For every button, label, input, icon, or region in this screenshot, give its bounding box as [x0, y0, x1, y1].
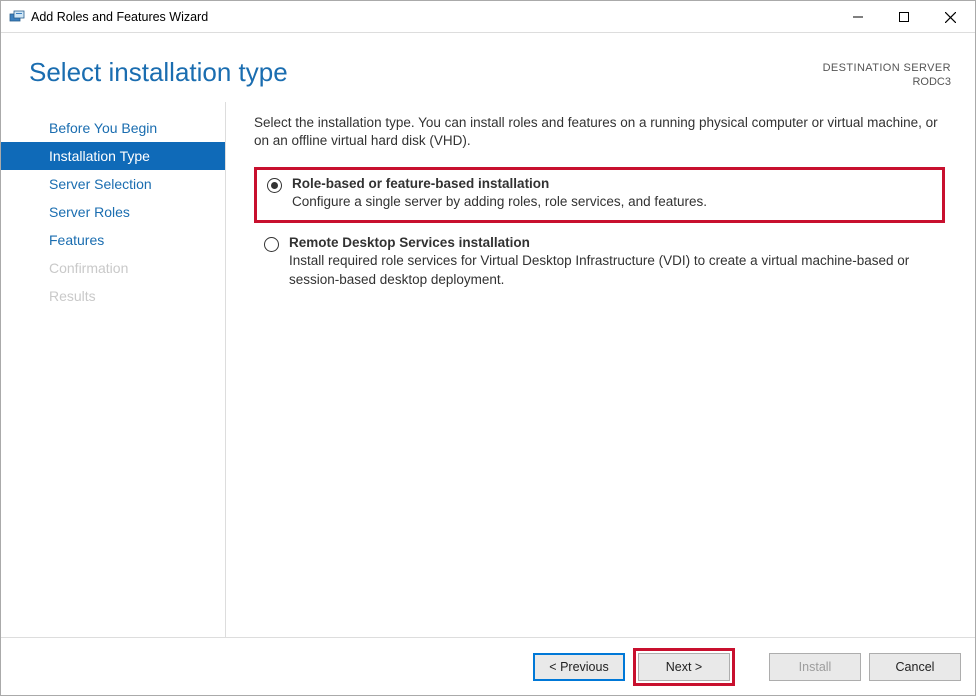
radio-rds[interactable]: [264, 237, 279, 252]
main-pane: Select the installation type. You can in…: [226, 102, 959, 637]
sidebar-item-features[interactable]: Features: [1, 226, 225, 254]
option-role-based[interactable]: Role-based or feature-based installation…: [254, 167, 945, 223]
radio-role-based[interactable]: [267, 178, 282, 193]
heading-row: Select installation type DESTINATION SER…: [1, 33, 975, 94]
sidebar-item-confirmation: Confirmation: [1, 254, 225, 282]
next-button-highlight: Next >: [633, 648, 735, 686]
sidebar-item-before-you-begin[interactable]: Before You Begin: [1, 114, 225, 142]
close-button[interactable]: [927, 1, 973, 33]
maximize-button[interactable]: [881, 1, 927, 33]
intro-text: Select the installation type. You can in…: [254, 114, 945, 152]
server-manager-icon: [9, 9, 25, 25]
sidebar-item-server-selection[interactable]: Server Selection: [1, 170, 225, 198]
previous-button[interactable]: < Previous: [533, 653, 625, 681]
option-rds[interactable]: Remote Desktop Services installation Ins…: [254, 229, 945, 298]
sidebar-item-installation-type[interactable]: Installation Type: [1, 142, 225, 170]
cancel-button[interactable]: Cancel: [869, 653, 961, 681]
destination-value: RODC3: [823, 75, 951, 89]
option-desc: Install required role services for Virtu…: [289, 252, 937, 290]
wizard-footer: < Previous Next > Install Cancel: [1, 637, 975, 695]
option-label: Remote Desktop Services installation: [289, 235, 937, 250]
option-label: Role-based or feature-based installation: [292, 176, 707, 191]
destination-label: DESTINATION SERVER: [823, 61, 951, 75]
page-heading: Select installation type: [29, 57, 288, 88]
option-text-rds: Remote Desktop Services installation Ins…: [289, 235, 937, 290]
wizard-sidebar: Before You Begin Installation Type Serve…: [1, 102, 226, 637]
minimize-button[interactable]: [835, 1, 881, 33]
sidebar-item-server-roles[interactable]: Server Roles: [1, 198, 225, 226]
install-button: Install: [769, 653, 861, 681]
body-area: Before You Begin Installation Type Serve…: [1, 94, 975, 637]
window-title: Add Roles and Features Wizard: [31, 10, 835, 24]
option-desc: Configure a single server by adding role…: [292, 193, 707, 212]
window-controls: [835, 1, 973, 32]
sidebar-item-results: Results: [1, 282, 225, 310]
option-text-role-based: Role-based or feature-based installation…: [292, 176, 707, 212]
wizard-window: Add Roles and Features Wizard Select ins…: [0, 0, 976, 696]
destination-server: DESTINATION SERVER RODC3: [823, 57, 951, 90]
titlebar: Add Roles and Features Wizard: [1, 1, 975, 33]
next-button[interactable]: Next >: [638, 653, 730, 681]
